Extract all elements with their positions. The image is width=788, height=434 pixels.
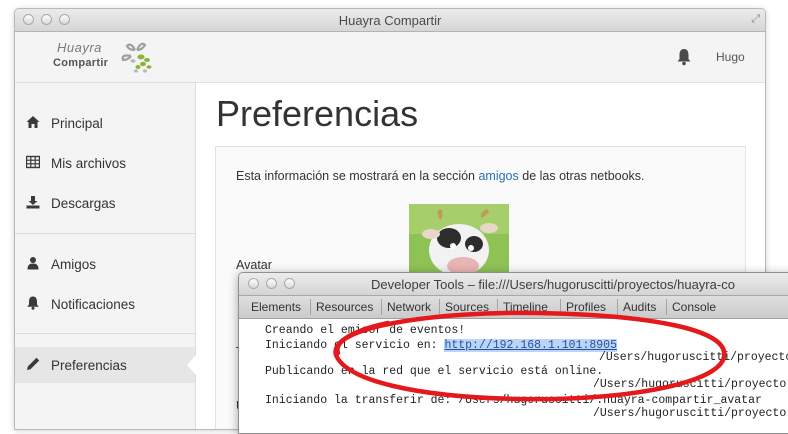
- console-source-link[interactable]: /Users/hugoruscitti/proyecto: [593, 378, 786, 391]
- devtools-window: Developer Tools – file:///Users/hugorusc…: [238, 272, 788, 434]
- avatar-image[interactable]: [409, 204, 509, 274]
- tab-timeline[interactable]: Timeline: [503, 300, 548, 314]
- home-icon: [26, 116, 40, 128]
- app-logo[interactable]: Huayra Compartir: [51, 40, 161, 76]
- bell-icon: [27, 296, 39, 310]
- notifications-bell-icon[interactable]: [676, 48, 692, 66]
- avatar-label: Avatar: [236, 258, 272, 272]
- console-source-link[interactable]: /Users/hugoruscitti/proyecto: [599, 351, 788, 364]
- tab-audits[interactable]: Audits: [623, 300, 656, 314]
- console-line: Iniciando la transferir de: /Users/hugor…: [265, 394, 762, 407]
- devtools-titlebar: Developer Tools – file:///Users/hugorusc…: [239, 273, 788, 296]
- console-line: Creando el emisor de eventos!: [265, 324, 466, 337]
- grid-icon: [26, 155, 40, 169]
- devtools-zoom-button[interactable]: [284, 278, 295, 289]
- info-text-prefix: Esta información se mostrará en la secci…: [236, 169, 479, 183]
- sidebar-item-label: Preferencias: [51, 358, 127, 373]
- top-bar: Huayra Compartir Hugo: [15, 32, 765, 83]
- tab-network[interactable]: Network: [387, 300, 431, 314]
- devtools-title: Developer Tools – file:///Users/hugorusc…: [371, 277, 735, 292]
- tab-elements[interactable]: Elements: [251, 300, 301, 314]
- page-title: Preferencias: [216, 93, 419, 134]
- tab-separator: [310, 299, 311, 315]
- console-line: Iniciando el servicio en: http://192.168…: [265, 339, 617, 352]
- sidebar-item-amigos[interactable]: Amigos: [15, 246, 195, 282]
- sidebar-item-mis-archivos[interactable]: Mis archivos: [15, 145, 195, 181]
- logo-flower-icon: [121, 42, 152, 73]
- sidebar: Principal Mis archivos Descargas Amigos …: [15, 83, 196, 429]
- tab-separator: [666, 299, 667, 315]
- devtools-minimize-button[interactable]: [266, 278, 277, 289]
- sidebar-divider: [15, 233, 195, 234]
- fullscreen-icon[interactable]: ⤢: [751, 13, 760, 26]
- tab-separator: [617, 299, 618, 315]
- pencil-icon: [27, 357, 40, 370]
- tab-separator: [439, 299, 440, 315]
- tab-resources[interactable]: Resources: [316, 300, 373, 314]
- console-line-text: Iniciando el servicio en:: [265, 339, 445, 352]
- active-indicator-arrow: [187, 355, 196, 375]
- user-icon: [27, 257, 39, 270]
- window-titlebar: Huayra Compartir ⤢: [15, 9, 765, 32]
- sidebar-item-label: Amigos: [51, 257, 97, 272]
- sidebar-item-principal[interactable]: Principal: [15, 105, 195, 141]
- server-url-link[interactable]: http://192.168.1.101:8905: [444, 339, 617, 352]
- console-source-link[interactable]: /Users/hugoruscitti/proyecto: [593, 407, 786, 420]
- logo-text-compartir: Compartir: [53, 57, 109, 69]
- download-icon: [26, 196, 40, 209]
- logo-text-huayra: Huayra: [57, 40, 102, 55]
- tab-sources[interactable]: Sources: [445, 300, 489, 314]
- user-name[interactable]: Hugo: [716, 50, 745, 64]
- tab-console[interactable]: Console: [672, 300, 716, 314]
- window-title: Huayra Compartir: [338, 13, 442, 28]
- console-line: Publicando en la red que el servicio est…: [265, 365, 604, 378]
- devtools-tab-bar: Elements Resources Network Sources Timel…: [239, 296, 788, 319]
- info-text: Esta información se mostrará en la secci…: [236, 169, 645, 183]
- tab-separator: [560, 299, 561, 315]
- tab-separator: [381, 299, 382, 315]
- sidebar-item-label: Principal: [51, 116, 103, 131]
- tab-separator: [497, 299, 498, 315]
- sidebar-item-label: Descargas: [51, 196, 116, 211]
- cow-avatar-picture: [409, 204, 509, 274]
- sidebar-item-label: Mis archivos: [51, 156, 127, 171]
- devtools-close-button[interactable]: [248, 278, 259, 289]
- info-text-suffix: de las otras netbooks.: [518, 169, 645, 183]
- console-output[interactable]: Creando el emisor de eventos! Iniciando …: [239, 319, 788, 433]
- sidebar-item-descargas[interactable]: Descargas: [15, 185, 195, 221]
- sidebar-item-notificaciones[interactable]: Notificaciones: [15, 286, 195, 322]
- sidebar-item-preferencias[interactable]: Preferencias: [15, 347, 196, 383]
- sidebar-divider: [15, 333, 195, 334]
- tab-profiles[interactable]: Profiles: [566, 300, 606, 314]
- amigos-link[interactable]: amigos: [478, 169, 518, 183]
- sidebar-item-label: Notificaciones: [51, 297, 136, 312]
